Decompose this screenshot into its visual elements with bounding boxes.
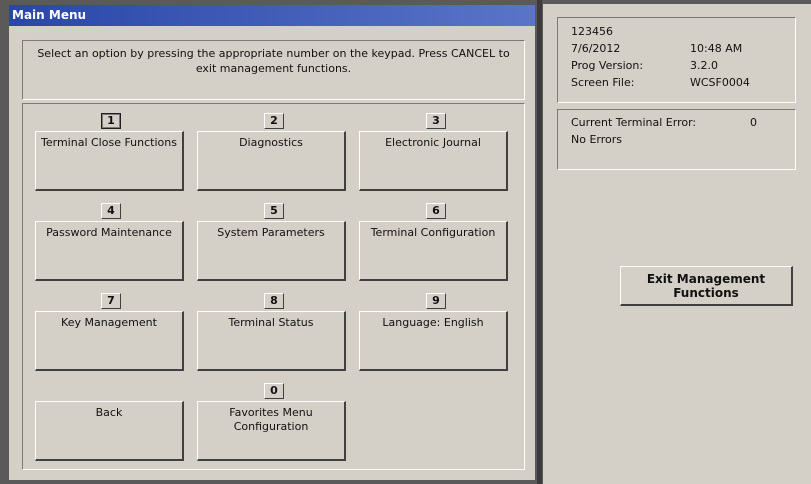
key-8[interactable]: 8 (264, 293, 284, 309)
key-7[interactable]: 7 (101, 293, 121, 309)
prog-version-value: 3.2.0 (690, 59, 718, 72)
screen-file-value: WCSF0004 (690, 76, 750, 89)
option-electronic-journal[interactable]: Electronic Journal (359, 131, 508, 191)
option-diagnostics[interactable]: Diagnostics (197, 131, 346, 191)
key-1[interactable]: 1 (101, 113, 121, 129)
key-3[interactable]: 3 (426, 113, 446, 129)
back-button[interactable]: Back (35, 401, 184, 461)
main-menu-window: Main Menu Select an option by pressing t… (9, 5, 535, 480)
menu-panel: 1 Terminal Close Functions 2 Diagnostics… (22, 103, 525, 470)
key-5[interactable]: 5 (264, 203, 284, 219)
date-value: 7/6/2012 (571, 42, 621, 55)
key-4[interactable]: 4 (101, 203, 121, 219)
terminal-info-box: 123456 7/6/2012 10:48 AM Prog Version: 3… (557, 17, 796, 103)
key-6[interactable]: 6 (426, 203, 446, 219)
option-password-maintenance[interactable]: Password Maintenance (35, 221, 184, 281)
prog-version-label: Prog Version: (571, 59, 644, 72)
option-favorites-menu-configuration[interactable]: Favorites Menu Configuration (197, 401, 346, 461)
window-divider (537, 0, 542, 484)
window-title: Main Menu (9, 5, 535, 26)
screen-file-label: Screen File: (571, 76, 635, 89)
terminal-id: 123456 (571, 25, 613, 38)
status-window: 123456 7/6/2012 10:48 AM Prog Version: 3… (543, 4, 811, 484)
error-label: Current Terminal Error: (571, 116, 697, 129)
option-key-management[interactable]: Key Management (35, 311, 184, 371)
exit-management-button[interactable]: Exit Management Functions (620, 266, 793, 306)
error-message: No Errors (571, 133, 622, 146)
option-system-parameters[interactable]: System Parameters (197, 221, 346, 281)
option-terminal-close-functions[interactable]: Terminal Close Functions (35, 131, 184, 191)
instructions-text: Select an option by pressing the appropr… (37, 47, 510, 75)
option-terminal-status[interactable]: Terminal Status (197, 311, 346, 371)
time-value: 10:48 AM (690, 42, 743, 55)
option-terminal-configuration[interactable]: Terminal Configuration (359, 221, 508, 281)
key-9[interactable]: 9 (426, 293, 446, 309)
key-2[interactable]: 2 (264, 113, 284, 129)
option-language[interactable]: Language: English (359, 311, 508, 371)
error-code: 0 (750, 116, 757, 129)
instructions-box: Select an option by pressing the appropr… (22, 40, 525, 100)
terminal-error-box: Current Terminal Error: 0 No Errors (557, 109, 796, 170)
key-0[interactable]: 0 (264, 383, 284, 399)
